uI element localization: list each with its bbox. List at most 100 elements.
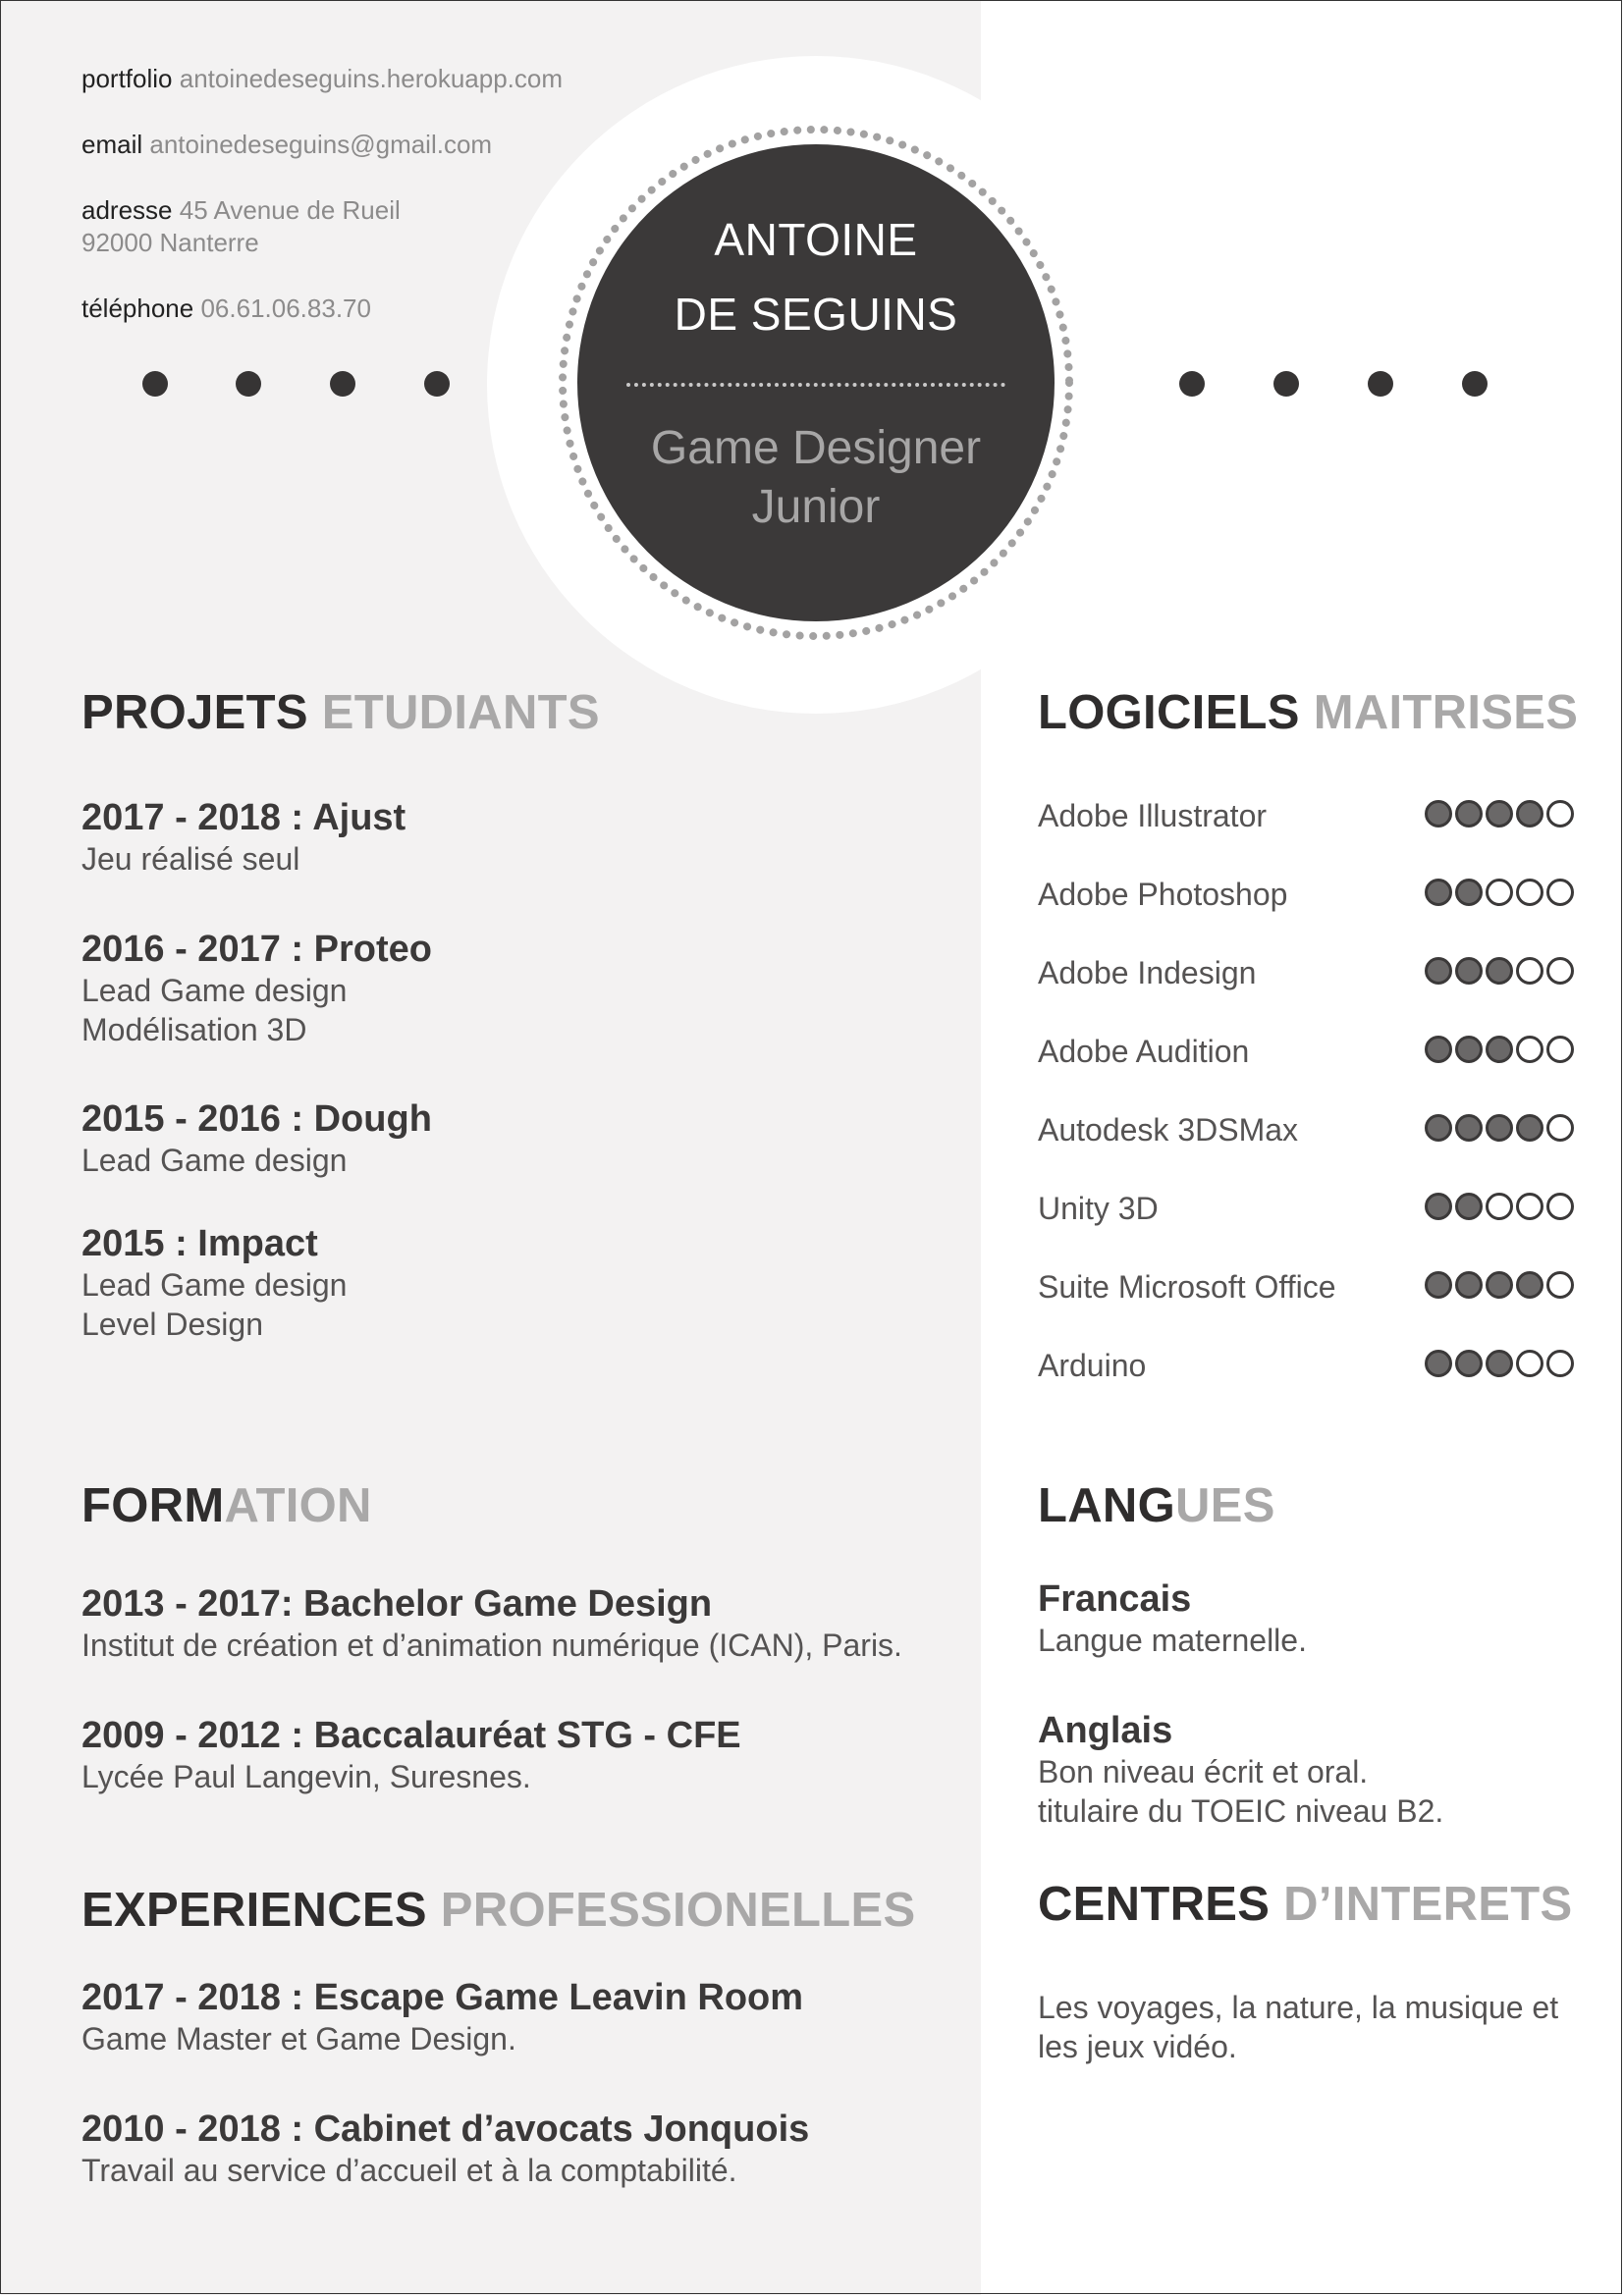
software-name: Adobe Photoshop [1038,877,1288,912]
project-item: 2015 : Impact Lead Game design Level Des… [81,1223,347,1344]
rating-dot-filled [1516,1114,1543,1142]
decor-dot [330,371,355,397]
formation-detail: Lycée Paul Langevin, Suresnes. [81,1759,531,1794]
interests-text: Les voyages, la nature, la musique et le… [1038,1988,1558,2066]
project-title: 2015 : Impact [81,1223,318,1264]
contact-address: adresse 45 Avenue de Rueil 92000 Nanterr… [81,194,563,259]
experience-detail: Travail au service d’accueil et à la com… [81,2153,737,2188]
rating-dot-filled [1486,1271,1513,1299]
rating-dot-empty [1546,879,1574,906]
rating-dot-empty [1516,1193,1543,1220]
software-name: Suite Microsoft Office [1038,1269,1336,1305]
address-line-2: 92000 Nanterre [81,228,259,257]
rating-dot-filled [1486,1114,1513,1142]
rating-dot-empty [1516,879,1543,906]
projects-heading-light: ETUDIANTS [321,686,600,739]
rating-dot-empty [1516,1350,1543,1377]
rating-dot-empty [1546,1193,1574,1220]
rating-dot-filled [1425,957,1452,985]
skill-rating [1425,1114,1574,1142]
role-line-1: Game Designer [650,422,982,474]
rating-dot-empty [1486,879,1513,906]
experience-detail: Game Master et Game Design. [81,2021,516,2056]
contact-portfolio: portfolio antoinedeseguins.herokuapp.com [81,63,563,95]
software-name: Adobe Indesign [1038,955,1257,990]
contact-phone: téléphone 06.61.06.83.70 [81,293,563,325]
phone-label: téléphone [81,294,194,323]
skill-rating [1425,1193,1574,1220]
decor-dot [1368,371,1393,397]
rating-dot-empty [1546,1271,1574,1299]
rating-dot-empty [1486,1193,1513,1220]
rating-dot-filled [1455,879,1483,906]
decor-dot [1462,371,1488,397]
rating-dot-empty [1546,1350,1574,1377]
language-title: Anglais [1038,1710,1173,1751]
contact-email: email antoinedeseguins@gmail.com [81,129,563,161]
language-detail: Langue maternelle. [1038,1623,1307,1658]
project-detail: Level Design [81,1307,263,1342]
project-detail: Lead Game design [81,973,348,1008]
software-heading-light: MAITRISES [1313,686,1579,739]
skill-rating [1425,1036,1574,1063]
project-detail: Jeu réalisé seul [81,841,300,877]
project-item: 2017 - 2018 : Ajust Jeu réalisé seul [81,797,406,879]
rating-dot-filled [1455,957,1483,985]
project-title: 2015 - 2016 : Dough [81,1098,432,1140]
project-title: 2016 - 2017 : Proteo [81,929,432,970]
software-heading: LOGICIELS MAITRISES [1038,685,1578,740]
language-title: Francais [1038,1578,1192,1620]
rating-dot-filled [1455,1193,1483,1220]
software-name: Unity 3D [1038,1191,1159,1226]
software-row: Unity 3D [1038,1191,1578,1230]
formation-title: 2013 - 2017: Bachelor Game Design [81,1583,713,1625]
portfolio-link[interactable]: antoinedeseguins.herokuapp.com [180,64,563,93]
projects-heading: PROJETS ETUDIANTS [81,685,600,740]
formation-heading-light: ATION [224,1479,372,1532]
rating-dot-filled [1455,1036,1483,1063]
language-item: Francais Langue maternelle. [1038,1578,1307,1660]
software-name: Adobe Illustrator [1038,798,1268,833]
languages-heading: LANGUES [1038,1478,1275,1533]
badge-divider [626,383,1005,387]
skill-rating [1425,1350,1574,1377]
project-item: 2016 - 2017 : Proteo Lead Game design Mo… [81,929,432,1049]
software-heading-dark: LOGICIELS [1038,686,1300,739]
experience-title: 2010 - 2018 : Cabinet d’avocats Jonquois [81,2109,810,2150]
rating-dot-empty [1546,957,1574,985]
project-detail: Lead Game design [81,1143,348,1178]
skill-rating [1425,879,1574,906]
contact-block: portfolio antoinedeseguins.herokuapp.com… [81,63,563,358]
project-title: 2017 - 2018 : Ajust [81,797,406,838]
experience-item: 2010 - 2018 : Cabinet d’avocats Jonquois… [81,2109,809,2190]
formation-item: 2013 - 2017: Bachelor Game Design Instit… [81,1583,902,1665]
software-name: Autodesk 3DSMax [1038,1112,1299,1148]
rating-dot-filled [1486,1036,1513,1063]
rating-dot-empty [1516,957,1543,985]
rating-dot-filled [1486,957,1513,985]
skill-rating [1425,957,1574,985]
rating-dot-filled [1425,1036,1452,1063]
experience-item: 2017 - 2018 : Escape Game Leavin Room Ga… [81,1977,803,2058]
rating-dot-filled [1425,1193,1452,1220]
projects-heading-dark: PROJETS [81,686,308,739]
rating-dot-empty [1546,1114,1574,1142]
name-line-2: DE SEGUINS [674,289,958,340]
rating-dot-filled [1516,800,1543,828]
rating-dot-filled [1455,1114,1483,1142]
experiences-heading: EXPERIENCES PROFESSIONELLES [81,1883,915,1938]
decor-dot [236,371,261,397]
rating-dot-filled [1425,879,1452,906]
language-item: Anglais Bon niveau écrit et oral. titula… [1038,1710,1443,1831]
interests-line: Les voyages, la nature, la musique et [1038,1990,1559,2025]
software-row: Arduino [1038,1348,1578,1387]
software-row: Suite Microsoft Office [1038,1269,1578,1308]
email-link[interactable]: antoinedeseguins@gmail.com [149,130,492,159]
software-name: Arduino [1038,1348,1147,1383]
rating-dot-filled [1425,800,1452,828]
software-row: Adobe Photoshop [1038,877,1578,916]
project-detail: Lead Game design [81,1267,348,1303]
rating-dot-filled [1455,800,1483,828]
name-line-1: ANTOINE [714,214,918,265]
interests-line: les jeux vidéo. [1038,2029,1237,2064]
